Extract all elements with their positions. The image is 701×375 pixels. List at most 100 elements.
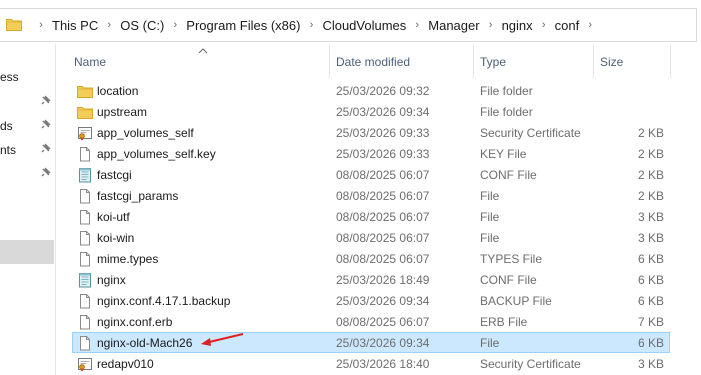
sort-ascending-icon (198, 44, 208, 58)
file-size: 3 KB (637, 210, 664, 224)
notepad-icon (77, 167, 93, 183)
breadcrumb: › This PC › OS (C:) › Program Files (x86) › Clo… (30, 8, 601, 42)
file-date-modified: 25/03/2026 09:32 (336, 84, 430, 98)
folder-icon (6, 17, 22, 34)
breadcrumb-item[interactable]: Manager (428, 18, 479, 33)
column-divider[interactable] (670, 44, 671, 78)
pin-icon (39, 95, 51, 110)
file-type: File (480, 189, 500, 203)
file-name: nginx.conf.erb (97, 315, 173, 329)
file-icon (77, 146, 93, 162)
breadcrumb-item[interactable]: This PC (52, 18, 98, 33)
pin-icon (39, 143, 51, 158)
file-row[interactable]: nginx 25/03/2026 18:49 CONF File 6 KB (72, 269, 670, 290)
breadcrumb-item[interactable]: conf (555, 18, 580, 33)
file-name: nginx-old-Mach26 (97, 336, 193, 350)
file-size: 7 KB (637, 315, 664, 329)
pin-icon (39, 119, 51, 134)
file-date-modified: 08/08/2025 06:07 (336, 210, 430, 224)
file-row[interactable]: redapv010 25/03/2026 18:40 Security Certif… (72, 353, 670, 374)
file-size: 2 KB (637, 147, 664, 161)
file-icon (77, 230, 93, 246)
file-type: TYPES File (480, 252, 543, 266)
file-size: 6 KB (637, 336, 664, 350)
file-type: File (480, 336, 500, 350)
file-size: 6 KB (637, 252, 664, 266)
file-name: mime.types (97, 252, 159, 266)
folder-icon (77, 104, 93, 120)
chevron-right-icon[interactable]: › (164, 19, 186, 31)
chevron-right-icon[interactable]: › (480, 19, 502, 31)
file-date-modified: 08/08/2025 06:07 (336, 231, 430, 245)
breadcrumb-item[interactable]: nginx (502, 18, 533, 33)
file-size: 2 KB (637, 126, 664, 140)
file-row[interactable]: mime.types 08/08/2025 06:07 TYPES File 6 KB (72, 248, 670, 269)
file-row[interactable]: nginx-old-Mach26 25/03/2026 09:34 File 6 KB (72, 332, 670, 353)
file-row[interactable]: koi-win 08/08/2025 06:07 File 3 KB (72, 227, 670, 248)
file-icon (77, 314, 93, 330)
file-row[interactable]: location 25/03/2026 09:32 File folder (72, 80, 670, 101)
column-date-modified[interactable]: Date modified (336, 55, 410, 69)
breadcrumb-item[interactable]: CloudVolumes (322, 18, 406, 33)
file-row[interactable]: app_volumes_self.key 25/03/2026 09:33 KEY … (72, 143, 670, 164)
file-type: File folder (480, 84, 533, 98)
chevron-right-icon[interactable]: › (579, 19, 601, 31)
pin-icon (39, 167, 51, 182)
file-name: app_volumes_self.key (97, 147, 216, 161)
file-type: CONF File (480, 273, 537, 287)
file-name: koi-win (97, 231, 135, 245)
breadcrumb-item[interactable]: Program Files (x86) (186, 18, 300, 33)
file-row[interactable]: fastcgi_params 08/08/2025 06:07 File 2 KB (72, 185, 670, 206)
file-name: fastcgi (97, 168, 132, 182)
certificate-icon (77, 356, 93, 372)
column-divider[interactable] (593, 44, 594, 78)
file-row[interactable]: nginx.conf.4.17.1.backup 25/03/2026 09:34… (72, 290, 670, 311)
nav-item-label[interactable]: ds (0, 119, 13, 133)
nav-item-label[interactable]: ess (0, 70, 19, 84)
column-type[interactable]: Type (480, 55, 506, 69)
file-date-modified: 25/03/2026 18:49 (336, 273, 430, 287)
file-type: BACKUP File (480, 294, 552, 308)
file-date-modified: 25/03/2026 18:40 (336, 357, 430, 371)
nav-item-label[interactable]: nts (0, 143, 16, 157)
file-type: CONF File (480, 168, 537, 182)
file-type: Security Certificate (480, 126, 581, 140)
file-row[interactable]: fastcgi 08/08/2025 06:07 CONF File 2 KB (72, 164, 670, 185)
file-type: File (480, 210, 500, 224)
file-size: 6 KB (637, 294, 664, 308)
chevron-right-icon[interactable]: › (30, 19, 52, 31)
file-name: redapv010 (97, 357, 154, 371)
file-type: ERB File (480, 315, 528, 329)
file-size: 2 KB (637, 189, 664, 203)
file-name: location (97, 84, 139, 98)
file-size: 2 KB (637, 168, 664, 182)
chevron-right-icon[interactable]: › (98, 19, 120, 31)
column-divider[interactable] (473, 44, 474, 78)
file-row[interactable]: upstream 25/03/2026 09:34 File folder (72, 101, 670, 122)
navigation-pane: ess ds nts (0, 44, 56, 375)
nav-selected-item[interactable] (0, 240, 54, 264)
file-row[interactable]: app_volumes_self 25/03/2026 09:33 Security… (72, 122, 670, 143)
file-icon (77, 335, 93, 351)
file-type: File (480, 231, 500, 245)
file-date-modified: 25/03/2026 09:34 (336, 294, 430, 308)
file-name: upstream (97, 105, 148, 119)
file-name: app_volumes_self (97, 126, 194, 140)
column-name[interactable]: Name (74, 55, 106, 69)
chevron-right-icon[interactable]: › (406, 19, 428, 31)
file-row[interactable]: nginx.conf.erb 08/08/2025 06:07 ERB File 7 … (72, 311, 670, 332)
chevron-right-icon[interactable]: › (533, 19, 555, 31)
file-date-modified: 25/03/2026 09:33 (336, 126, 430, 140)
breadcrumb-item[interactable]: OS (C:) (120, 18, 164, 33)
file-icon (77, 209, 93, 225)
file-name: nginx.conf.4.17.1.backup (97, 294, 231, 308)
column-divider[interactable] (329, 44, 330, 78)
file-row[interactable]: koi-utf 08/08/2025 06:07 File 3 KB (72, 206, 670, 227)
file-size: 3 KB (637, 231, 664, 245)
chevron-right-icon[interactable]: › (300, 19, 322, 31)
address-bar[interactable]: › This PC › OS (C:) › Program Files (x86) › Clo… (0, 8, 701, 44)
file-icon (77, 293, 93, 309)
file-name: fastcgi_params (97, 189, 179, 203)
column-size[interactable]: Size (600, 55, 623, 69)
file-explorer-window: › This PC › OS (C:) › Program Files (x86) › Clo… (0, 0, 701, 375)
